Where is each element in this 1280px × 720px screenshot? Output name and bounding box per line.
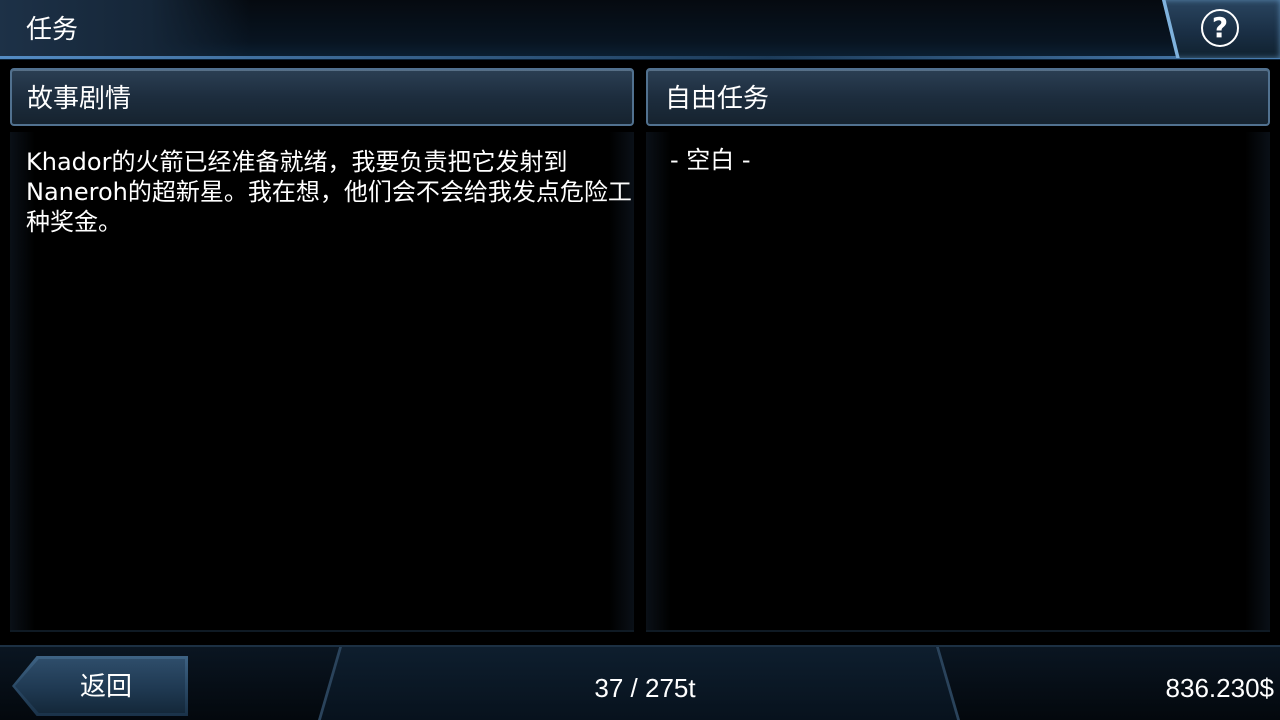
story-panel-header[interactable]: 故事剧情 xyxy=(10,68,634,126)
cargo-capacity: 37 / 275t xyxy=(594,673,696,703)
story-mission-text: Khador的火箭已经准备就绪，我要负责把它发射到Naneroh的超新星。我在想… xyxy=(26,148,632,236)
free-missions-empty-text: - 空白 - xyxy=(670,146,751,174)
top-bar-divider xyxy=(0,56,1280,59)
free-panel-title: 自由任务 xyxy=(665,84,770,114)
back-button-label[interactable]: 返回 xyxy=(80,670,132,704)
question-circle-icon[interactable]: ? xyxy=(1201,9,1239,47)
free-panel-header[interactable]: 自由任务 xyxy=(646,68,1270,126)
bottom-bar-divider xyxy=(0,645,1280,647)
page-title: 任务 xyxy=(26,15,79,45)
free-panel-body xyxy=(646,132,1270,632)
credits-balance: 836.230$ xyxy=(1165,673,1274,703)
missions-screen: 任务 ? 故事剧情 Khador的火箭已经准备就绪，我要负责把它发射到Naner… xyxy=(0,0,1280,720)
story-panel-title: 故事剧情 xyxy=(27,84,132,114)
